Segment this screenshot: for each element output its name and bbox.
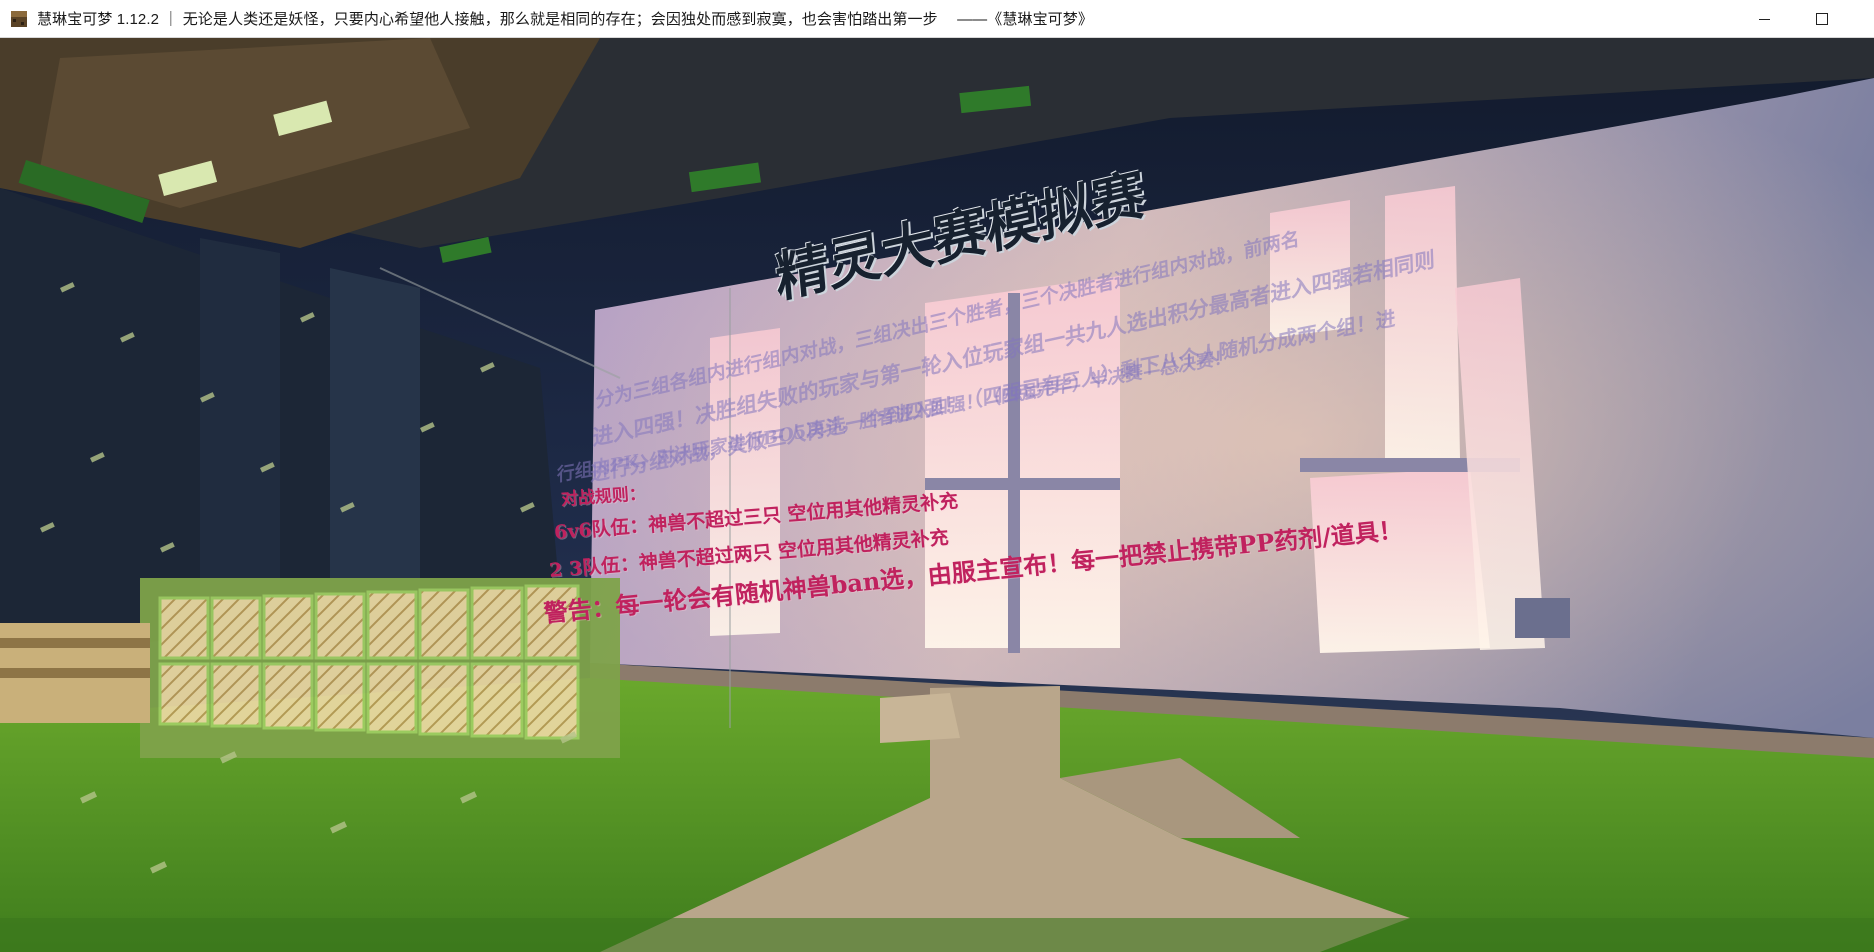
maximize-button[interactable] [1794, 0, 1850, 38]
maximize-icon [1816, 13, 1828, 25]
minecraft-window: 慧琳宝可梦 1.12.2 ｜ 无论是人类还是妖怪，只要内心希望他人接触，那么就是… [0, 0, 1874, 952]
window-title: 慧琳宝可梦 1.12.2 ｜ 无论是人类还是妖怪，只要内心希望他人接触，那么就是… [37, 11, 1093, 28]
minimize-button[interactable] [1736, 0, 1792, 38]
game-viewport[interactable]: 精灵大赛模拟赛 分为三组各组内进行组内对战，三组决出三个胜者，三个决胜者进行组内… [0, 38, 1874, 952]
minecraft-grass-block-icon [9, 9, 29, 29]
title-bar: 慧琳宝可梦 1.12.2 ｜ 无论是人类还是妖怪，只要内心希望他人接触，那么就是… [0, 0, 1874, 38]
game-scene [0, 38, 1874, 952]
minimize-icon [1758, 18, 1770, 20]
